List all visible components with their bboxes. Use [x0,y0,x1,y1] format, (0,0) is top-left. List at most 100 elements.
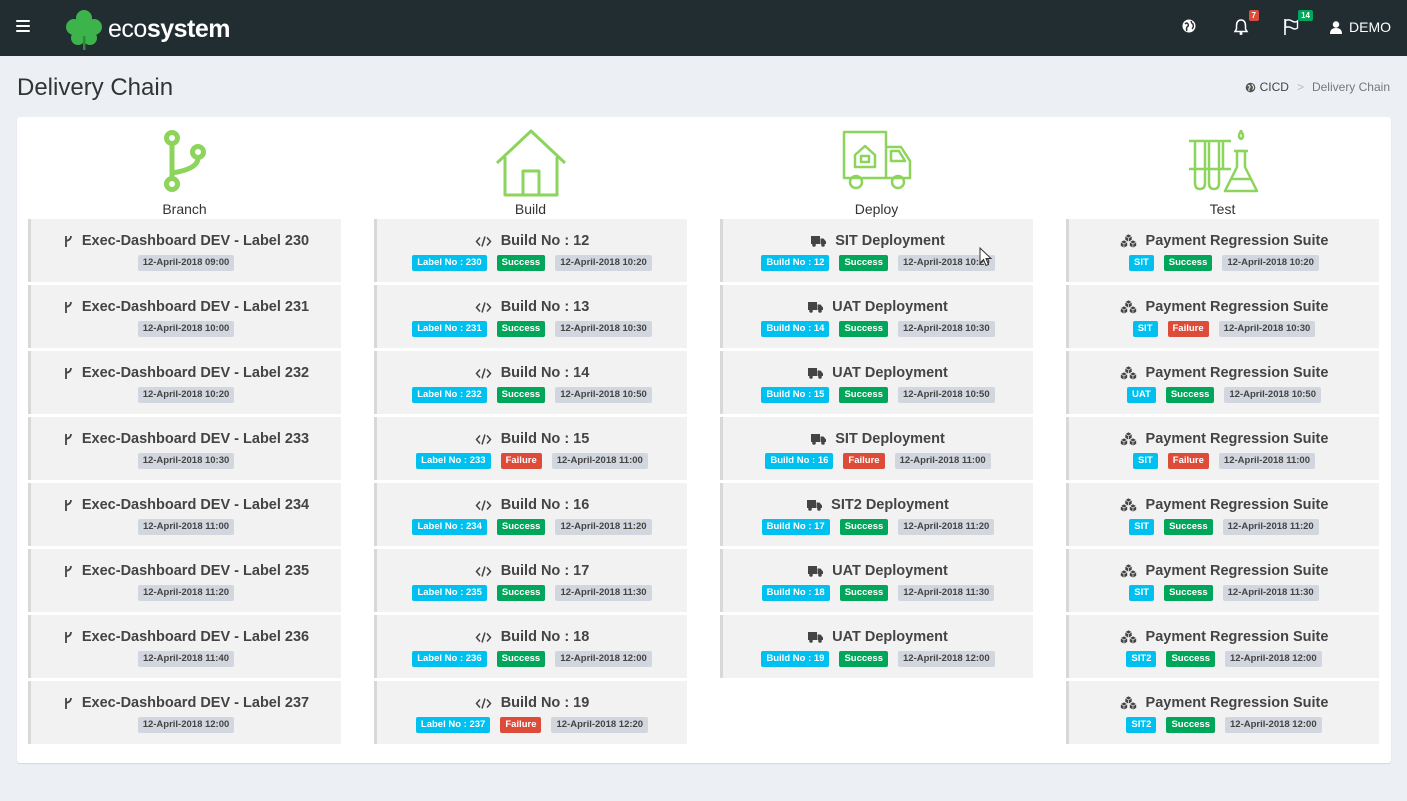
timestamp-label: 12-April-2018 12:00 [898,651,995,667]
deploy-card-labels: Build No : 19 Success 12-April-2018 12:00 [723,651,1033,667]
branch-card[interactable]: Exec-Dashboard DEV - Label 231 12-April-2… [28,285,341,348]
deploy-card[interactable]: UAT Deployment Build No : 19 Success 12-Apr… [720,615,1033,678]
user-menu[interactable]: DEMO [1330,19,1391,35]
test-card-icon-wrap [1119,300,1137,314]
cubes-icon [1119,234,1137,248]
status-badge: Failure [1167,453,1209,469]
truck-icon [811,433,827,445]
build-card-labels: Label No : 233 Failure 12-April-2018 11:00 [377,453,687,469]
status-badge: Success [839,585,889,601]
build-card[interactable]: Build No : 18 Label No : 236 Success 12-Apr… [374,615,687,678]
test-card[interactable]: Payment Regression Suite SIT Success 12-Apr… [1066,549,1379,612]
test-card-title: Payment Regression Suite [1145,563,1329,579]
build-ref-label: Label No : 230 [412,255,487,271]
deploy-ref-label: Build No : 14 [761,321,830,337]
test-card[interactable]: Payment Regression Suite SIT Success 12-Apr… [1066,483,1379,546]
code-fork-icon [64,565,72,577]
timestamp-label: 12-April-2018 12:00 [555,651,652,667]
branch-card-title-row: Exec-Dashboard DEV - Label 237 [31,681,341,713]
build-card-title: Build No : 14 [500,365,590,381]
branch-card-icon-wrap [63,565,73,578]
truck-icon [808,367,824,379]
build-card[interactable]: Build No : 13 Label No : 231 Success 12-Apr… [374,285,687,348]
build-card-title-row: Build No : 16 [377,483,687,515]
branch-card[interactable]: Exec-Dashboard DEV - Label 232 12-April-2… [28,351,341,414]
build-card[interactable]: Build No : 14 Label No : 232 Success 12-Apr… [374,351,687,414]
test-card-title: Payment Regression Suite [1145,431,1329,447]
test-card-labels: SIT Success 12-April-2018 11:30 [1069,585,1379,601]
build-card-icon-wrap [475,433,492,445]
code-icon [475,367,492,379]
deploy-card-icon-wrap [808,631,824,643]
house-icon [495,129,566,197]
timestamp-label: 12-April-2018 12:00 [1225,717,1322,733]
branch-card-icon-wrap [63,433,73,446]
deploy-card-title: UAT Deployment [832,365,948,381]
timestamp-label: 12-April-2018 10:50 [555,387,652,403]
build-card[interactable]: Build No : 19 Label No : 237 Failure 12-Apr… [374,681,687,744]
build-column-header: Build [374,117,687,219]
branch-card[interactable]: Exec-Dashboard DEV - Label 234 12-April-2… [28,483,341,546]
deploy-card-labels: Build No : 14 Success 12-April-2018 10:30 [723,321,1033,337]
globe-icon[interactable] [1181,18,1201,38]
build-card[interactable]: Build No : 12 Label No : 230 Success 12-Apr… [374,219,687,282]
branch-card[interactable]: Exec-Dashboard DEV - Label 237 12-April-2… [28,681,341,744]
breadcrumb-cicd-link[interactable]: CICD [1260,80,1289,94]
cubes-icon [1119,300,1137,314]
test-card[interactable]: Payment Regression Suite UAT Success 12-Apr… [1066,351,1379,414]
deploy-card-title-row: UAT Deployment [723,351,1033,383]
deploy-card-icon-wrap [811,235,827,247]
build-card-title: Build No : 18 [500,629,590,645]
test-card[interactable]: Payment Regression Suite SIT2 Success 12-Ap… [1066,615,1379,678]
deploy-card[interactable]: UAT Deployment Build No : 15 Success 12-Apr… [720,351,1033,414]
deploy-ref-label: Build No : 18 [761,585,830,601]
build-card-title-row: Build No : 14 [377,351,687,383]
status-badge: Success [496,321,546,337]
deploy-ref-label: Build No : 19 [761,651,830,667]
branch-card-icon-wrap [63,367,73,380]
test-card[interactable]: Payment Regression Suite SIT2 Success 12-Ap… [1066,681,1379,744]
deploy-card[interactable]: SIT2 Deployment Build No : 17 Success 12-Ap… [720,483,1033,546]
test-card-title: Payment Regression Suite [1145,629,1329,645]
deploy-card[interactable]: SIT Deployment Build No : 16 Failure 12-Apr… [720,417,1033,480]
build-card-icon-wrap [475,367,492,379]
deploy-ref-label: Build No : 16 [765,453,834,469]
timestamp-label: 12-April-2018 11:20 [555,519,652,535]
test-card-title-row: Payment Regression Suite [1069,285,1379,317]
deploy-column-title: Deploy [854,201,899,217]
deploy-column-header: Deploy [720,117,1033,219]
build-card[interactable]: Build No : 15 Label No : 233 Failure 12-Apr… [374,417,687,480]
branch-card[interactable]: Exec-Dashboard DEV - Label 233 12-April-2… [28,417,341,480]
timestamp-label: 12-April-2018 11:00 [894,453,991,469]
build-ref-label: Label No : 236 [412,651,487,667]
menu-toggle-icon[interactable] [16,20,30,32]
deploy-card-labels: Build No : 16 Failure 12-April-2018 11:00 [723,453,1033,469]
build-card-title: Build No : 13 [500,299,590,315]
test-card-labels: SIT2 Success 12-April-2018 12:00 [1069,651,1379,667]
test-ref-label: SIT2 [1126,717,1157,733]
test-card[interactable]: Payment Regression Suite SIT Success 12-Apr… [1066,219,1379,282]
build-card[interactable]: Build No : 16 Label No : 234 Success 12-Apr… [374,483,687,546]
test-card-title-row: Payment Regression Suite [1069,615,1379,647]
test-card[interactable]: Payment Regression Suite SIT Failure 12-Apr… [1066,285,1379,348]
deploy-card-icon-wrap [808,301,824,313]
test-card[interactable]: Payment Regression Suite SIT Failure 12-Apr… [1066,417,1379,480]
build-card-title-row: Build No : 15 [377,417,687,449]
deploy-card-title: SIT Deployment [835,431,945,447]
flag-icon[interactable]: 14 [1283,10,1313,38]
branch-card-icon-wrap [63,499,73,512]
branch-card-title: Exec-Dashboard DEV - Label 231 [81,299,310,315]
deploy-card[interactable]: UAT Deployment Build No : 14 Success 12-Apr… [720,285,1033,348]
build-card-labels: Label No : 235 Success 12-April-2018 11:30 [377,585,687,601]
branch-card[interactable]: Exec-Dashboard DEV - Label 236 12-April-2… [28,615,341,678]
app-logo[interactable]: ecosystem [64,8,230,50]
bell-icon[interactable]: 7 [1233,10,1259,38]
branch-card[interactable]: Exec-Dashboard DEV - Label 235 12-April-2… [28,549,341,612]
branch-card-title: Exec-Dashboard DEV - Label 233 [81,431,310,447]
timestamp-label: 12-April-2018 10:20 [137,387,235,403]
branch-card[interactable]: Exec-Dashboard DEV - Label 230 12-April-2… [28,219,341,282]
deploy-card[interactable]: UAT Deployment Build No : 18 Success 12-Apr… [720,549,1033,612]
timestamp-label: 12-April-2018 10:30 [137,453,235,469]
status-badge: Failure [500,453,542,469]
build-card[interactable]: Build No : 17 Label No : 235 Success 12-Apr… [374,549,687,612]
